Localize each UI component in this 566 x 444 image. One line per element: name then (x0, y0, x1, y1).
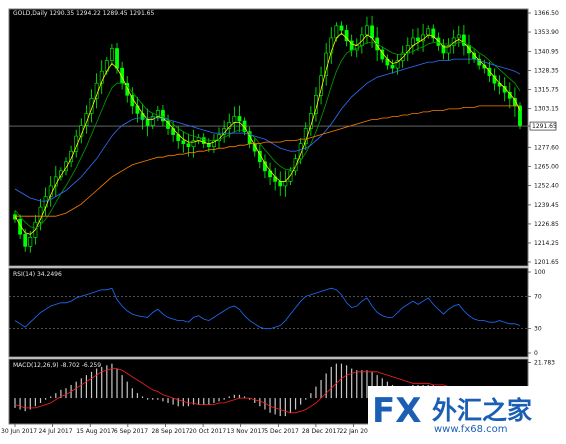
price-tick-label: 1340.95 (534, 49, 559, 56)
candle-body (43, 196, 48, 208)
date-tick-label: 5 Dec 2017 (264, 428, 299, 435)
price-tick-label: 1239.45 (534, 202, 559, 209)
candle-body (334, 25, 339, 39)
date-tick-label: 20 Oct 2017 (189, 428, 226, 435)
date-tick-label: 30 Jun 2017 (1, 428, 37, 435)
watermark: FX 外汇之家 www.fx68.com (368, 386, 558, 436)
candle-body (28, 237, 33, 247)
candle-body (410, 37, 415, 46)
price-tick-label: 1252.40 (534, 182, 559, 189)
instrument-header: GOLD,Daily 1290.35 1294.22 1289.45 1291.… (13, 10, 154, 17)
candle-body (278, 181, 283, 187)
candle-body (181, 140, 186, 144)
chart-window: GOLD,Daily 1290.35 1294.22 1289.45 1291.… (0, 0, 566, 444)
date-tick-label: 13 Nov 2017 (227, 428, 266, 435)
candle-body (110, 48, 114, 61)
price-tick-label: 1277.60 (534, 144, 559, 151)
candle-body (365, 25, 369, 36)
logo-url: www.fx68.com (434, 424, 508, 435)
candle-body (456, 34, 461, 39)
fx68-logo-svg: FX 外汇之家 www.fx68.com (368, 386, 558, 436)
rsi-tick-label: 100 (534, 269, 546, 276)
logo-cn: 外汇之家 (432, 396, 532, 425)
candle-body (390, 64, 395, 69)
rsi-tick-label: 30 (534, 326, 542, 333)
date-tick-label: 28 Sep 2017 (151, 428, 189, 435)
candle-body (283, 181, 288, 187)
rsi-tick-label: 70 (534, 293, 542, 300)
chart-svg: GOLD,Daily 1290.35 1294.22 1289.45 1291.… (1, 8, 559, 435)
date-tick-label: 15 Aug 2017 (76, 428, 115, 435)
candle (518, 102, 522, 130)
rsi-panel (8, 267, 529, 358)
candle-body (426, 28, 431, 36)
date-tick-label: 6 Sep 2017 (114, 428, 148, 435)
date-tick-label: 28 Dec 2017 (302, 428, 341, 435)
candle-body (186, 143, 191, 147)
candle-body (115, 48, 119, 69)
rsi-tick-label: 0 (534, 350, 538, 357)
candle-body (288, 170, 293, 182)
last-price-label: 1291.65 (532, 123, 557, 130)
price-tick-label: 1201.65 (534, 259, 559, 266)
price-tick-label: 1226.85 (534, 221, 559, 228)
candle-body (206, 143, 211, 147)
candle-body (232, 116, 237, 123)
price-tick-label: 1353.90 (534, 29, 559, 36)
price-tick-label: 1328.35 (534, 68, 559, 75)
date-tick-label: 24 Jul 2017 (39, 428, 73, 435)
rsi-label: RSI(14) 34.2496 (13, 271, 62, 278)
price-tick-label: 1303.15 (534, 106, 559, 113)
candle-body (370, 25, 374, 39)
candle-body (145, 119, 150, 126)
price-tick-label: 1265.00 (534, 163, 559, 170)
candle-body (23, 233, 28, 247)
price-tick-label: 1366.50 (534, 10, 559, 17)
candle-body (237, 116, 242, 122)
macd-tick-label: 21.783 (534, 359, 555, 366)
candle-body (339, 25, 344, 31)
price-tick-label: 1214.25 (534, 240, 559, 247)
candle-body (416, 37, 420, 42)
logo-fx: FX (372, 391, 421, 431)
price-tick-label: 1315.75 (534, 87, 559, 94)
macd-label: MACD(12,26,9) -8.702 -6.259 (13, 362, 101, 369)
